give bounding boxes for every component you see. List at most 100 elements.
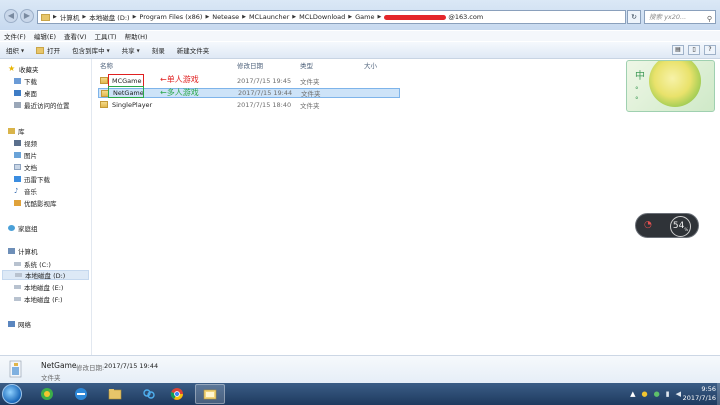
network-tray-icon[interactable]: ▮ — [666, 390, 670, 398]
clock-time: 9:56 — [701, 385, 716, 393]
file-modified: 2017/7/15 19:45 — [237, 77, 292, 85]
sidebar-item-youku[interactable]: 优酷影视库 — [14, 198, 57, 208]
sidebar-item-music[interactable]: ♪ 音乐 — [14, 186, 37, 197]
sidebar-favorites[interactable]: ★ 收藏夹 — [8, 64, 39, 75]
sidebar-network-label: 网络 — [18, 321, 31, 329]
details-modified-label: 修改日期: — [76, 364, 105, 372]
system-tray: ▲ ● ● ▮ ◀ — [627, 383, 684, 405]
column-header-name[interactable]: 名称 — [100, 60, 113, 70]
navigation-pane: ★ 收藏夹 下载 桌面 最近访问的位置 库 视频 图片 文档 迅雷下载 ♪ 音乐 优… — [0, 59, 92, 355]
column-header-modified[interactable]: 修改日期 — [237, 60, 263, 70]
taskbar-app-baidu[interactable] — [134, 384, 164, 404]
include-library-label: 包含到库中 — [72, 47, 105, 55]
ie-icon — [75, 388, 87, 400]
annotation-box-green — [108, 86, 144, 98]
breadcrumb-mcldownload[interactable]: MCLDownload — [297, 13, 347, 21]
sidebar-item-documents[interactable]: 文档 — [14, 162, 37, 172]
sidebar-item-drive-d[interactable]: 本地磁盘 (D:) — [2, 270, 89, 280]
taskbar-app-chrome[interactable] — [162, 384, 192, 404]
menu-edit[interactable]: 编辑(E) — [30, 31, 60, 41]
details-modified-value: 2017/7/15 19:44 — [104, 362, 159, 370]
thunder-icon — [14, 176, 21, 182]
taskbar-app-ie[interactable] — [66, 384, 96, 404]
sidebar-homegroup[interactable]: 家庭组 — [8, 223, 38, 233]
view-options-icon[interactable]: ▤ — [672, 45, 684, 55]
menu-view[interactable]: 查看(V) — [60, 31, 91, 41]
music-icon: ♪ — [14, 187, 19, 195]
sidebar-item-label: 下载 — [24, 78, 37, 86]
wifi-icon: ◔ — [644, 220, 652, 230]
menu-help[interactable]: 帮助(H) — [121, 31, 152, 41]
drive-icon — [14, 297, 21, 301]
sidebar-favorites-label: 收藏夹 — [19, 66, 39, 74]
breadcrumb-mclauncher[interactable]: MCLauncher — [247, 13, 291, 21]
start-button[interactable] — [2, 384, 22, 404]
sidebar-computer-label: 计算机 — [18, 248, 38, 256]
column-header-size[interactable]: 大小 — [364, 60, 377, 70]
clock[interactable]: 9:56 2017/7/16 — [683, 385, 716, 403]
sidebar-item-drive-c[interactable]: 系统 (C:) — [14, 259, 51, 269]
table-row[interactable]: SinglePlayer 2017/7/15 18:40 文件夹 — [98, 100, 400, 110]
sidebar-network[interactable]: 网络 — [8, 319, 31, 329]
search-input[interactable]: 搜索 yx20... ⚲ — [644, 10, 716, 24]
taskbar-app-explorer[interactable] — [100, 384, 130, 404]
sidebar-item-label: 本地磁盘 (D:) — [25, 272, 66, 280]
tray-app-icon[interactable]: ● — [642, 390, 648, 398]
open-button[interactable]: 打开 — [30, 45, 66, 55]
picture-icon — [14, 152, 21, 158]
back-button[interactable]: ◀ — [4, 9, 18, 23]
sidebar-item-recent[interactable]: 最近访问的位置 — [14, 100, 70, 110]
column-header-type[interactable]: 类型 — [300, 60, 313, 70]
sidebar-item-label: 音乐 — [24, 188, 37, 196]
open-label: 打开 — [47, 47, 61, 55]
forward-button[interactable]: ▶ — [20, 9, 34, 23]
menu-tools[interactable]: 工具(T) — [91, 31, 121, 41]
volume-icon[interactable]: ◀ — [676, 390, 681, 398]
breadcrumb-program-files[interactable]: Program Files (x86) — [137, 13, 204, 21]
sidebar-libraries[interactable]: 库 — [8, 126, 25, 136]
sidebar-item-downloads[interactable]: 下载 — [14, 76, 37, 86]
breadcrumb-computer[interactable]: 计算机 — [58, 12, 82, 22]
sidebar-item-label: 桌面 — [24, 90, 37, 98]
library-icon — [8, 128, 15, 134]
sidebar-item-videos[interactable]: 视频 — [14, 138, 37, 148]
browser-360-icon — [41, 388, 53, 400]
chrome-icon — [170, 388, 183, 400]
sidebar-item-drive-e[interactable]: 本地磁盘 (E:) — [14, 282, 63, 292]
burn-button[interactable]: 刻录 — [146, 45, 171, 55]
tray-arrow-icon[interactable]: ▲ — [630, 390, 635, 398]
tray-360-icon[interactable]: ● — [654, 390, 660, 398]
taskbar-app-360[interactable] — [32, 384, 62, 404]
new-folder-button[interactable]: 新建文件夹 — [171, 45, 216, 55]
lemon-icon — [649, 61, 701, 107]
preview-pane-icon[interactable]: ▯ — [688, 45, 700, 55]
document-icon — [14, 164, 21, 170]
include-in-library-button[interactable]: 包含到库中 ▼ — [66, 45, 116, 55]
redaction-mark — [384, 14, 447, 20]
refresh-button[interactable]: ↻ — [627, 10, 641, 24]
organize-button[interactable]: 组织 ▼ — [0, 45, 30, 55]
recent-places-icon — [14, 102, 21, 108]
details-pane: NetGame 修改日期: 2017/7/15 19:44 文件夹 — [0, 355, 720, 383]
sidebar-computer[interactable]: 计算机 — [8, 246, 38, 256]
menu-file[interactable]: 文件(F) — [0, 31, 30, 41]
search-icon[interactable]: ⚲ — [707, 13, 712, 25]
breadcrumb-game[interactable]: Game — [353, 13, 376, 21]
share-button[interactable]: 共享 ▼ — [116, 45, 146, 55]
lemon-widget[interactable]: 中 ° ° — [626, 60, 715, 112]
chevron-right-icon: ▶ — [377, 14, 382, 20]
breadcrumb-netease[interactable]: Netease — [210, 13, 241, 21]
taskbar-app-file-explorer-active[interactable] — [195, 384, 225, 404]
sidebar-item-drive-f[interactable]: 本地磁盘 (F:) — [14, 294, 63, 304]
widget-dots: ° ° — [635, 86, 639, 104]
network-monitor-widget[interactable]: ◔ 54% — [635, 213, 699, 238]
desktop-icon — [14, 90, 21, 96]
sidebar-item-thunder-downloads[interactable]: 迅雷下载 — [14, 174, 50, 184]
sidebar-item-pictures[interactable]: 图片 — [14, 150, 37, 160]
address-bar[interactable]: ▶ 计算机 ▶ 本地磁盘 (D:) ▶ Program Files (x86) … — [37, 10, 626, 24]
breadcrumb-email-folder[interactable]: @163.com — [446, 13, 485, 21]
help-icon[interactable]: ? — [704, 45, 716, 55]
details-file-name: NetGame — [41, 361, 77, 370]
breadcrumb-drive-d[interactable]: 本地磁盘 (D:) — [87, 12, 131, 22]
sidebar-item-desktop[interactable]: 桌面 — [14, 88, 37, 98]
